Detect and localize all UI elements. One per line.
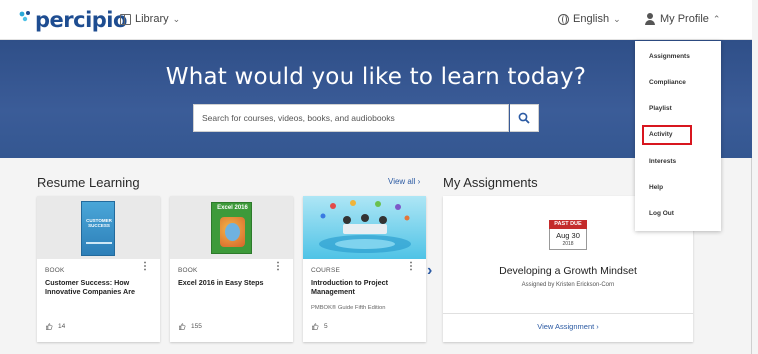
language-label: English [573,13,610,25]
likes-count: 5 [324,323,328,330]
thumbs-up-icon [179,323,186,330]
search-box [193,104,509,132]
content-card[interactable]: COURSE ⋮ Introduction to Project Managem… [303,196,426,342]
likes-count: 155 [191,323,202,330]
assignment-title[interactable]: Developing a Growth Mindset [443,265,693,277]
chevron-up-icon: ⌃ [712,13,721,24]
card-thumbnail [303,196,426,259]
person-icon [644,13,656,25]
view-assignment-link[interactable]: View Assignment › [443,322,693,331]
more-options-icon[interactable]: ⋮ [140,262,150,272]
profile-label: My Profile [660,13,709,25]
card-type: COURSE [311,267,341,274]
card-type: BOOK [178,267,198,274]
content-card[interactable]: CUSTOMER SUCCESS BOOK ⋮ Customer Success… [37,196,160,342]
library-menu[interactable]: Library ⌄ [120,13,180,25]
card-likes[interactable]: 5 [311,323,328,330]
card-thumbnail: CUSTOMER SUCCESS [37,196,160,259]
due-calendar-badge: PAST DUE Aug 30 2018 [549,220,587,250]
book-cover-text: Excel 2016 [217,205,248,211]
card-subtitle: PMBOK® Guide Fifth Edition [311,305,386,311]
view-all-link[interactable]: View all › [388,177,420,186]
menu-item-playlist[interactable]: Playlist [649,105,672,112]
percipio-logo[interactable]: percipio [18,8,127,32]
resume-learning-title: Resume Learning [37,175,140,190]
profile-menu[interactable]: My Profile ⌃ [644,13,720,25]
globe-icon [558,13,569,25]
search-icon [518,112,530,124]
card-type: BOOK [45,267,65,274]
card-title[interactable]: Introduction to Project Management [311,278,419,297]
content-card[interactable]: Excel 2016 BOOK ⋮ Excel 2016 in Easy Ste… [170,196,293,342]
library-icon [120,13,131,25]
menu-item-log-out[interactable]: Log Out [649,210,674,217]
logo-text: percipio [35,8,127,32]
search-input[interactable] [194,105,508,131]
menu-item-interests[interactable]: Interests [649,158,676,165]
menu-item-activity[interactable]: Activity [649,131,672,138]
profile-dropdown: Assignments Compliance Playlist Activity… [635,41,721,231]
more-options-icon[interactable]: ⋮ [406,262,416,272]
divider [443,313,693,314]
course-illustration [319,200,411,253]
search-button[interactable] [510,104,539,132]
thumbs-up-icon [312,323,319,330]
more-options-icon[interactable]: ⋮ [273,262,283,272]
card-thumbnail: Excel 2016 [170,196,293,259]
menu-item-assignments[interactable]: Assignments [649,53,690,60]
my-assignments-title: My Assignments [443,175,538,190]
logo-mark-icon [18,10,34,26]
page: percipio Library ⌄ English ⌄ My Profile … [0,0,758,354]
chevron-down-icon: ⌄ [613,13,621,24]
card-likes[interactable]: 155 [178,323,202,330]
top-nav: percipio Library ⌄ English ⌄ My Profile … [0,0,752,40]
likes-count: 14 [58,323,66,330]
library-label: Library [135,13,169,25]
menu-item-compliance[interactable]: Compliance [649,79,686,86]
book-cover-text: CUSTOMER SUCCESS [86,218,112,229]
due-date-box: Aug 30 2018 [549,229,587,250]
language-menu[interactable]: English ⌄ [558,13,621,25]
thumbs-up-icon [46,323,53,330]
past-due-badge: PAST DUE [549,220,587,229]
menu-item-help[interactable]: Help [649,184,663,191]
chevron-down-icon: ⌄ [172,13,181,24]
carousel-next-button[interactable]: › [427,262,432,280]
due-year: 2018 [562,241,574,247]
card-title[interactable]: Customer Success: How Innovative Compani… [45,278,153,297]
card-likes[interactable]: 14 [45,323,65,330]
card-title[interactable]: Excel 2016 in Easy Steps [178,278,286,287]
due-date: Aug 30 [556,231,580,240]
assigned-by: Assigned by Kristen Erickson-Corn [521,282,615,288]
